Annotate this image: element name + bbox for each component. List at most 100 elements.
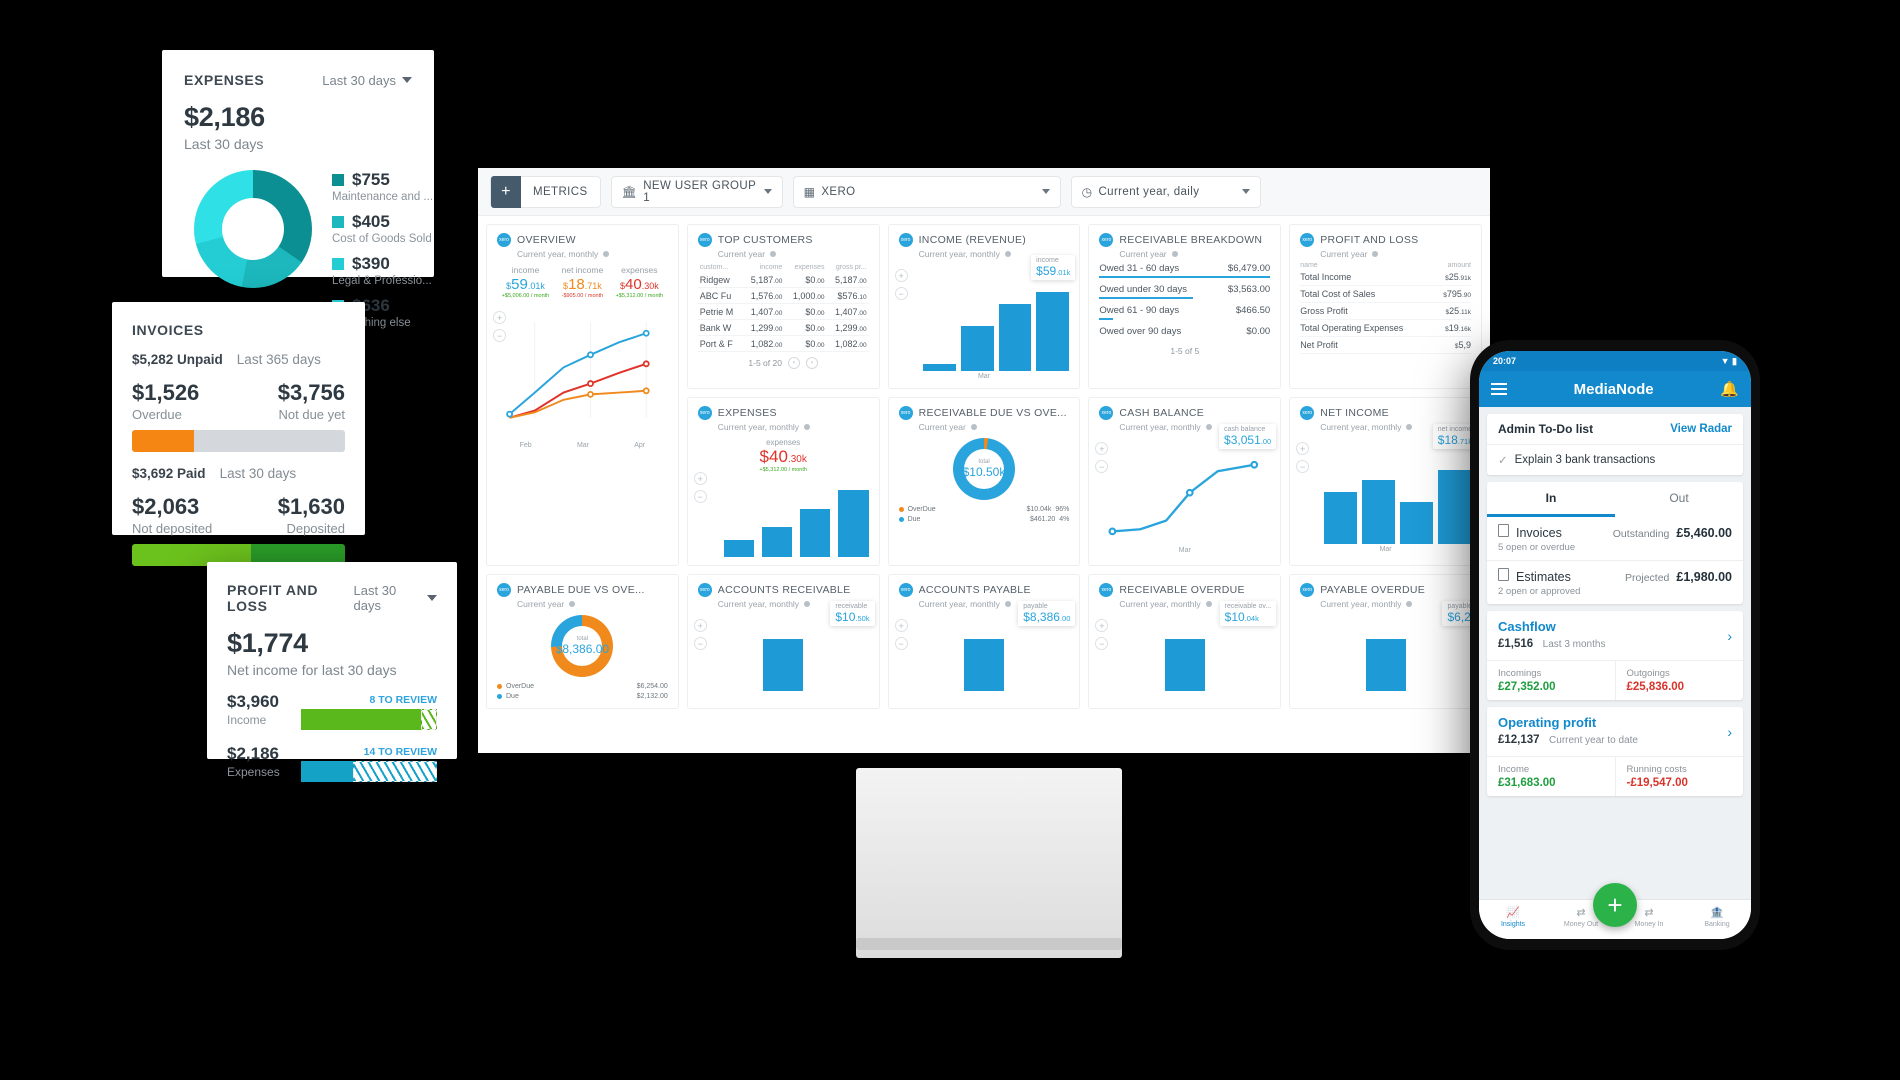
zoom-in-icon[interactable]: + xyxy=(894,269,908,282)
receivable-breakdown-pagination[interactable]: 1-5 of 5 xyxy=(1099,346,1270,356)
expenses-range-selector[interactable]: Last 30 days xyxy=(322,73,412,88)
table-row[interactable]: Bank W 1,299.00 $0.00 1,299.00 xyxy=(697,319,869,336)
settings-dot-icon[interactable] xyxy=(1205,601,1212,607)
cell-gross: $576.10 xyxy=(826,287,869,304)
zoom-in-icon[interactable]: + xyxy=(493,311,506,324)
pnl-expenses-review-link[interactable]: 14 TO REVIEW xyxy=(301,746,437,758)
view-radar-link[interactable]: View Radar xyxy=(1670,423,1732,435)
receivable-breakdown-rows: Owed 31 - 60 days $6,479.00 Owed under 3… xyxy=(1099,259,1271,341)
zoom-in-icon[interactable]: + xyxy=(894,619,908,632)
zoom-in-icon[interactable]: + xyxy=(693,619,707,632)
table-row[interactable]: Port & F 1,082.00 $0.00 1,082.00 xyxy=(697,335,869,352)
widget-accounts-payable-header: xero ACCOUNTS PAYABLE xyxy=(898,583,1070,597)
table-row[interactable]: Petrie M 1,407.00 $0.00 1,407.00 xyxy=(697,303,869,320)
next-page-icon[interactable]: › xyxy=(805,357,818,369)
period-select[interactable]: ◷ Current year, daily xyxy=(1070,175,1261,208)
settings-dot-icon[interactable] xyxy=(804,424,811,430)
widget-receivable-breakdown[interactable]: xero RECEIVABLE BREAKDOWN Current year O… xyxy=(1088,224,1282,389)
todo-item[interactable]: ✓ Explain 3 bank transactions xyxy=(1487,445,1743,475)
invoices-row[interactable]: Invoices Outstanding £5,460.00 5 open or… xyxy=(1487,517,1743,561)
hamburger-icon[interactable] xyxy=(1491,380,1507,398)
user-group-select[interactable]: 🏛 NEW USER GROUP 1 xyxy=(610,175,783,208)
zoom-in-icon[interactable]: + xyxy=(1095,619,1109,632)
ar-zoom-controls[interactable]: + − xyxy=(693,619,707,655)
settings-dot-icon[interactable] xyxy=(1406,601,1413,607)
bank-icon: 🏦 xyxy=(1710,907,1724,919)
settings-dot-icon[interactable] xyxy=(970,424,977,430)
zoom-out-icon[interactable]: − xyxy=(894,287,908,300)
widget-overview-subtitle-row: Current year, monthly xyxy=(517,249,668,259)
settings-dot-icon[interactable] xyxy=(603,251,610,257)
add-button[interactable]: + xyxy=(1593,883,1637,927)
settings-dot-icon[interactable] xyxy=(1004,251,1011,257)
widget-expenses[interactable]: xero EXPENSES Current year, monthly expe… xyxy=(686,397,880,566)
zoom-in-icon[interactable]: + xyxy=(1095,442,1109,455)
chevron-right-icon[interactable]: › xyxy=(1727,724,1732,740)
zoom-out-icon[interactable]: − xyxy=(693,490,707,503)
settings-dot-icon[interactable] xyxy=(770,251,777,257)
zoom-out-icon[interactable]: − xyxy=(493,329,506,342)
add-metrics-button[interactable]: + METRICS xyxy=(490,175,601,208)
overview-zoom-controls[interactable]: + − xyxy=(493,311,506,347)
settings-dot-icon[interactable] xyxy=(1171,251,1178,257)
operating-profit-card[interactable]: Operating profit £12,137 Current year to… xyxy=(1487,707,1743,796)
ap-zoom-controls[interactable]: + − xyxy=(894,619,908,655)
pnl-range-selector[interactable]: Last 30 days xyxy=(354,583,437,613)
settings-dot-icon[interactable] xyxy=(1372,251,1379,257)
widget-receivable-overdue[interactable]: xero RECEIVABLE OVERDUE Current year, mo… xyxy=(1088,574,1282,709)
cashflow-card[interactable]: Cashflow £1,516 Last 3 months › Incoming… xyxy=(1487,611,1743,700)
estimates-row-label: Projected xyxy=(1625,572,1670,584)
ro-zoom-controls[interactable]: + − xyxy=(1095,619,1109,655)
net-income-zoom-controls[interactable]: + − xyxy=(1296,442,1310,478)
settings-dot-icon[interactable] xyxy=(1205,424,1212,430)
widget-receivable-due[interactable]: xero RECEIVABLE DUE VS OVE... Current ye… xyxy=(887,397,1081,566)
xero-icon: xero xyxy=(697,233,712,247)
operating-profit-income: Income £31,683.00 xyxy=(1487,757,1616,796)
widget-cash-balance-header: xero CASH BALANCE xyxy=(1099,406,1270,420)
income-zoom-controls[interactable]: + − xyxy=(894,269,908,305)
settings-dot-icon[interactable] xyxy=(569,601,576,607)
bell-icon[interactable]: 🔔 xyxy=(1720,380,1739,398)
widget-accounts-payable[interactable]: xero ACCOUNTS PAYABLE Current year, mont… xyxy=(887,574,1081,709)
zoom-out-icon[interactable]: − xyxy=(693,637,707,650)
breakdown-label: Owed 31 - 60 days xyxy=(1099,263,1180,274)
legend-name: Due xyxy=(506,693,519,700)
table-row[interactable]: Ridgew 5,187.00 $0.00 5,187.00 xyxy=(697,272,869,288)
chevron-right-icon[interactable]: › xyxy=(1727,628,1732,644)
cash-zoom-controls[interactable]: + − xyxy=(1095,442,1109,478)
settings-dot-icon[interactable] xyxy=(1004,601,1011,607)
prev-page-icon[interactable]: ‹ xyxy=(787,357,800,369)
add-metrics-label: METRICS xyxy=(533,185,588,198)
pnl-income-review-link[interactable]: 8 TO REVIEW xyxy=(301,694,438,706)
estimates-row[interactable]: Estimates Projected £1,980.00 2 open or … xyxy=(1487,561,1743,604)
widget-net-income[interactable]: xero NET INCOME Current year, monthly + … xyxy=(1289,397,1482,566)
top-customers-pagination[interactable]: 1-5 of 20 ‹ › xyxy=(698,357,869,369)
widget-payable-due[interactable]: xero PAYABLE DUE VS OVE... Current year … xyxy=(486,574,679,709)
cell-gross: 1,407.00 xyxy=(826,303,869,320)
tabbar-item-banking[interactable]: 🏦 Banking xyxy=(1683,900,1751,939)
zoom-out-icon[interactable]: − xyxy=(1095,460,1109,473)
widget-overview[interactable]: xero OVERVIEW Current year, monthly inco… xyxy=(486,224,679,566)
widget-profit-and-loss[interactable]: xero PROFIT AND LOSS Current year name am… xyxy=(1289,224,1482,389)
zoom-out-icon[interactable]: − xyxy=(894,637,908,650)
widget-income-revenue[interactable]: xero INCOME (REVENUE) Current year, mont… xyxy=(887,224,1081,389)
metric-delta: +$5,006.00 / month xyxy=(501,293,550,299)
widget-accounts-receivable[interactable]: xero ACCOUNTS RECEIVABLE Current year, m… xyxy=(686,574,880,709)
tabbar-item-insights[interactable]: 📈 Insights xyxy=(1479,900,1547,939)
data-source-select[interactable]: ▦ XERO xyxy=(792,175,1061,208)
table-row[interactable]: ABC Fu 1,576.00 1,000.00 $576.10 xyxy=(697,287,869,304)
widget-payable-overdue[interactable]: xero PAYABLE OVERDUE Current year, month… xyxy=(1289,574,1482,709)
zoom-in-icon[interactable]: + xyxy=(693,472,707,485)
widget-top-customers[interactable]: xero TOP CUSTOMERS Current year custom..… xyxy=(686,224,880,389)
tab-in[interactable]: In xyxy=(1487,482,1615,517)
zoom-in-icon[interactable]: + xyxy=(1296,442,1310,455)
widget-cash-balance[interactable]: xero CASH BALANCE Current year, monthly … xyxy=(1088,397,1282,566)
settings-dot-icon[interactable] xyxy=(804,601,811,607)
zoom-out-icon[interactable]: − xyxy=(1296,460,1310,473)
bar xyxy=(838,489,869,557)
tab-out[interactable]: Out xyxy=(1615,482,1743,517)
expenses-zoom-controls[interactable]: + − xyxy=(693,472,707,508)
settings-dot-icon[interactable] xyxy=(1406,424,1413,430)
metric-label: net income xyxy=(561,265,604,275)
zoom-out-icon[interactable]: − xyxy=(1095,637,1109,650)
